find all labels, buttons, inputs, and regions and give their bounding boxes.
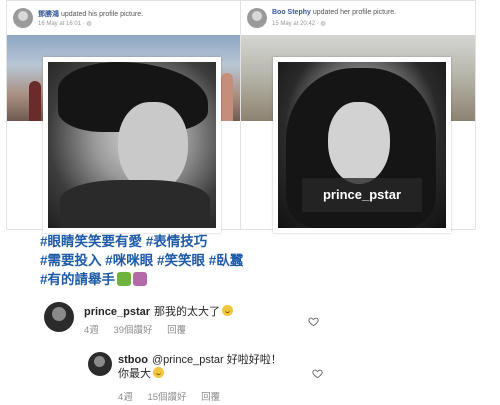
post-header: Boo Stephy updated her profile picture. …	[247, 5, 469, 33]
profile-update-post-left: 鄧勝鴻 updated his profile picture. 16 May …	[6, 0, 246, 233]
comment-username[interactable]: prince_pstar	[84, 306, 150, 318]
post-title: 鄧勝鴻 updated his profile picture.	[38, 9, 143, 19]
post-caption: #眼睛笑笑要有愛 #表情技巧 #需要投入 #咪咪眼 #笑笑眼 #臥蠶 #有的請舉…	[40, 232, 340, 289]
comment-time: 4週	[118, 392, 133, 403]
heart-icon[interactable]	[308, 314, 319, 327]
smile-emoji	[153, 367, 164, 378]
avatar[interactable]	[44, 302, 74, 332]
comment-text-line-2: 你最大	[118, 368, 151, 380]
post-header: 鄧勝鴻 updated his profile picture. 16 May …	[13, 5, 239, 33]
comment-meta: 4週 15個讚好 回覆	[118, 389, 232, 403]
post-timestamp[interactable]: 16 May at 16:01 · ◍	[38, 20, 92, 27]
caption-line-1[interactable]: #眼睛笑笑要有愛 #表情技巧	[40, 232, 340, 251]
comment-text: @prince_pstar 好啦好啦！	[151, 354, 282, 366]
avatar[interactable]	[13, 8, 33, 28]
caption-line-3-text[interactable]: #有的請舉手	[40, 272, 115, 287]
comment-likes[interactable]: 15個讚好	[147, 392, 186, 403]
caption-line-2[interactable]: #需要投入 #咪咪眼 #笑笑眼 #臥蠶	[40, 251, 340, 270]
comment-likes[interactable]: 39個讚好	[113, 325, 152, 336]
comment-body: stboo @prince_pstar 好啦好啦！ 你最大	[118, 353, 282, 381]
post-title: Boo Stephy updated her profile picture.	[272, 9, 396, 16]
profile-picture[interactable]	[43, 57, 221, 233]
caption-line-3: #有的請舉手	[40, 270, 340, 289]
avatar[interactable]	[88, 352, 112, 376]
post-author[interactable]: Boo Stephy	[272, 9, 311, 16]
comment-meta: 4週 39個讚好 回覆	[84, 322, 198, 336]
smile-emoji	[222, 305, 234, 316]
portrait-image	[48, 62, 216, 228]
raising-hand-emoji	[133, 272, 148, 286]
heart-icon[interactable]	[312, 366, 323, 379]
post-action: updated her profile picture.	[312, 9, 397, 16]
post-author[interactable]: 鄧勝鴻	[38, 11, 59, 18]
watermark-label: prince_pstar	[302, 178, 422, 212]
post-action: updated his profile picture.	[60, 11, 144, 18]
raising-hand-emoji	[117, 272, 132, 286]
comment-time: 4週	[84, 325, 99, 336]
avatar[interactable]	[247, 8, 267, 28]
globe-icon: ◍	[86, 21, 92, 27]
post-timestamp[interactable]: 15 May at 20:42 · ◍	[272, 20, 326, 27]
comment-text: 那我的太大了	[154, 306, 221, 318]
reply-button[interactable]: 回覆	[201, 392, 220, 403]
comment-body: prince_pstar 那我的太大了	[84, 303, 234, 319]
globe-icon: ◍	[320, 21, 326, 27]
reply-button[interactable]: 回覆	[167, 325, 186, 336]
comment-username[interactable]: stboo	[118, 354, 148, 366]
